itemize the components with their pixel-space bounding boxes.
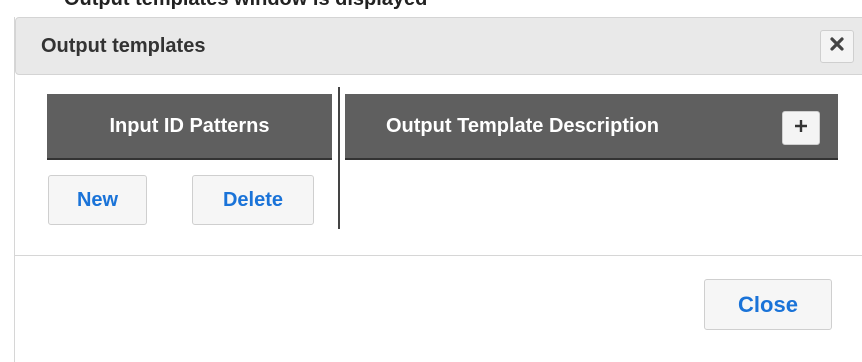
plus-icon [793, 118, 809, 139]
delete-button-label: Delete [222, 188, 284, 211]
background-text-cropped: Output templates window is displayed [0, 0, 862, 10]
output-templates-dialog: Output templates Input ID Patterns New D… [14, 17, 862, 362]
panel-divider [338, 87, 340, 229]
input-id-patterns-header: Input ID Patterns [47, 94, 332, 160]
close-button-label: Close [738, 291, 798, 317]
delete-button[interactable]: Delete [192, 175, 314, 225]
footer-divider [15, 255, 862, 256]
output-template-description-header: Output Template Description [345, 94, 838, 160]
close-icon [829, 36, 845, 57]
new-button-label: New [76, 188, 119, 211]
add-template-button[interactable] [782, 111, 820, 145]
dialog-title: Output templates [41, 35, 206, 57]
dialog-header: Output templates [15, 17, 862, 75]
background-heading: Output templates window is displayed [64, 0, 427, 10]
page: Output templates window is displayed Out… [0, 0, 862, 362]
new-button[interactable]: New [48, 175, 147, 225]
dialog-close-x-button[interactable] [820, 30, 854, 63]
output-template-description-label: Output Template Description [386, 115, 659, 137]
input-id-patterns-label: Input ID Patterns [109, 114, 270, 137]
close-button[interactable]: Close [704, 279, 832, 330]
